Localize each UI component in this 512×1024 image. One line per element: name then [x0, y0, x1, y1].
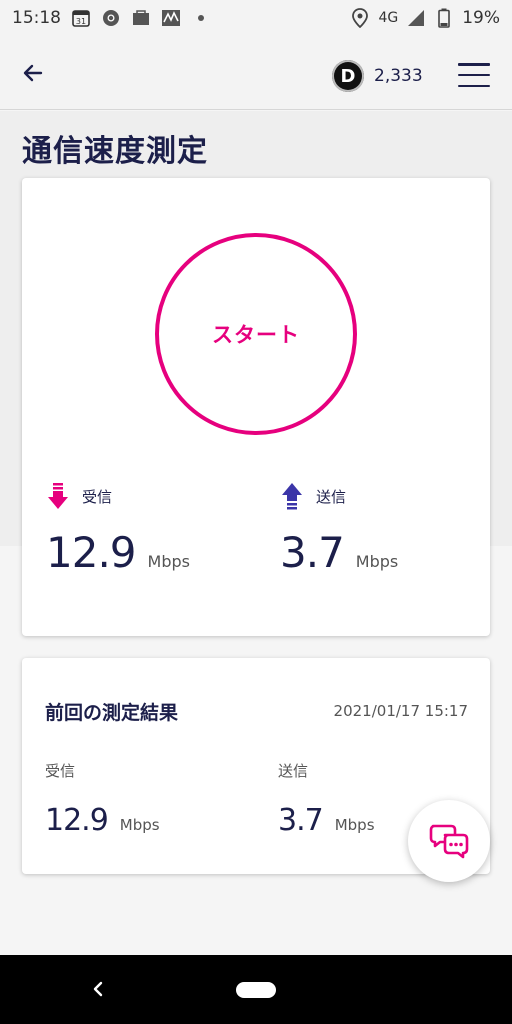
dot-icon [191, 8, 211, 28]
previous-download-metric: 受信 12.9 Mbps [45, 760, 160, 838]
chat-button[interactable] [408, 800, 490, 882]
system-home-button[interactable] [236, 982, 276, 998]
menu-icon-line [458, 63, 490, 66]
status-bar: 15:18 31 4G 19% [0, 0, 512, 36]
store-icon [131, 8, 151, 28]
menu-button[interactable] [458, 60, 490, 90]
system-nav-bar [0, 955, 512, 1024]
activity-icon [161, 8, 181, 28]
chat-icon [429, 824, 469, 859]
chevron-left-icon [93, 981, 103, 997]
upload-arrow-icon [282, 483, 302, 510]
points-display[interactable]: D 2,333 [332, 60, 423, 92]
signal-icon [406, 8, 426, 28]
chrome-icon [101, 8, 121, 28]
app-header: D 2,333 [0, 36, 512, 110]
upload-label: 送信 [316, 487, 347, 506]
download-arrow-icon [48, 483, 68, 509]
start-button[interactable]: スタート [155, 233, 357, 435]
download-metric: 受信 12.9 Mbps [46, 482, 190, 577]
previous-result-date: 2021/01/17 15:17 [333, 702, 468, 720]
previous-download-value: 12.9 [45, 803, 109, 838]
calendar-day: 31 [76, 17, 86, 26]
previous-upload-unit: Mbps [334, 816, 375, 834]
previous-upload-metric: 送信 3.7 Mbps [278, 760, 375, 838]
network-label: 4G [378, 10, 399, 26]
status-time: 15:18 [12, 8, 61, 28]
download-value: 12.9 [46, 528, 137, 577]
start-button-label: スタート [212, 323, 300, 347]
previous-upload-value: 3.7 [278, 803, 324, 838]
system-back-button[interactable] [86, 977, 110, 1001]
download-label: 受信 [82, 487, 113, 506]
back-arrow-icon [23, 64, 43, 82]
location-icon [350, 8, 370, 28]
upload-value: 3.7 [280, 528, 345, 577]
previous-download-unit: Mbps [119, 816, 160, 834]
calendar-icon: 31 [71, 8, 91, 28]
back-button[interactable] [18, 58, 48, 88]
previous-download-label: 受信 [45, 762, 76, 780]
download-unit: Mbps [147, 552, 190, 571]
upload-unit: Mbps [355, 552, 399, 571]
battery-icon [434, 8, 454, 28]
upload-metric: 送信 3.7 Mbps [280, 482, 398, 577]
battery-percent: 19% [462, 8, 500, 28]
page-title: 通信速度測定 [22, 134, 208, 169]
points-badge: D [332, 60, 364, 92]
speed-test-card: スタート 受信 12.9 Mbps 送信 3.7 Mbps [22, 178, 490, 636]
points-value: 2,333 [374, 66, 423, 86]
previous-upload-label: 送信 [278, 762, 309, 780]
menu-icon-line [458, 84, 490, 87]
menu-icon-line [458, 73, 490, 77]
previous-result-title: 前回の測定結果 [45, 702, 179, 724]
